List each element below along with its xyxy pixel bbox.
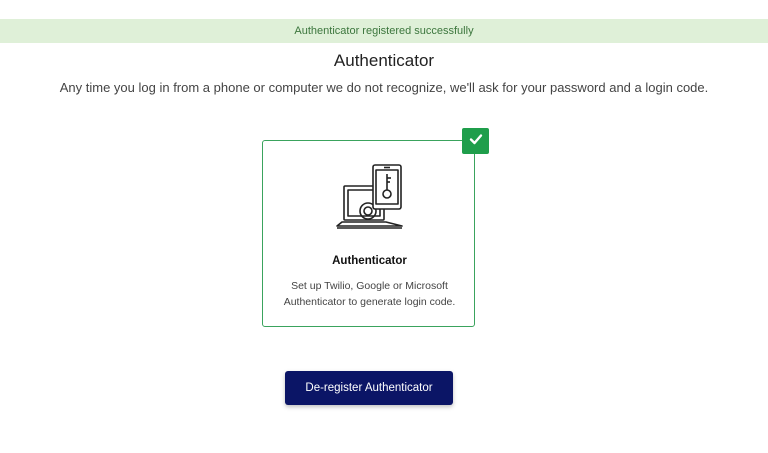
card-title: Authenticator: [332, 255, 407, 267]
card-description: Set up Twilio, Google or Microsoft Authe…: [262, 278, 477, 310]
page-description: Any time you log in from a phone or comp…: [59, 80, 709, 95]
check-icon: [469, 132, 483, 150]
card-description-line-2: Authenticator to generate login code.: [283, 296, 456, 308]
selected-check-badge: [462, 128, 489, 154]
deregister-button[interactable]: De-register Authenticator: [285, 371, 453, 405]
page-title: Authenticator: [333, 51, 435, 70]
card-description-line-1: Set up Twilio, Google or Microsoft: [291, 280, 448, 292]
success-banner: Authenticator registered successfully: [0, 19, 768, 43]
laptop-phone-key-icon: [334, 163, 406, 233]
